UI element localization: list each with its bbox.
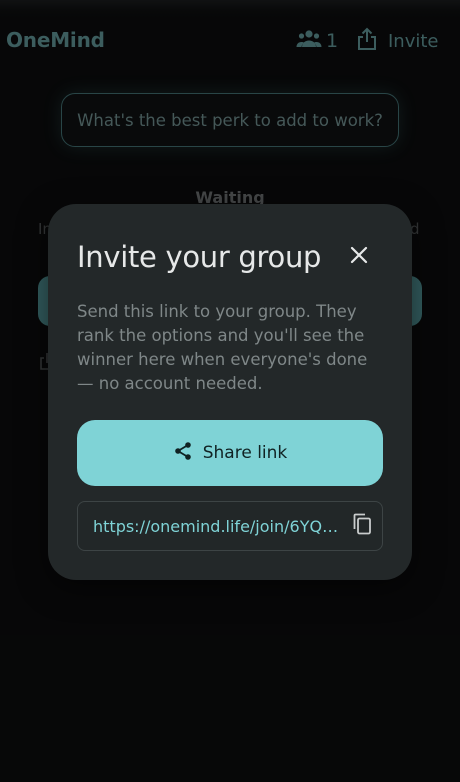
share-icon (173, 441, 203, 465)
close-button[interactable] (344, 242, 374, 272)
dialog-title: Invite your group (77, 240, 322, 274)
invite-dialog: Invite your group Send this link to your… (48, 204, 412, 580)
close-icon (349, 245, 369, 269)
share-link-label: Share link (202, 443, 288, 463)
copy-icon (352, 513, 372, 539)
invite-link-url[interactable]: https://onemind.life/join/6YQP… (93, 517, 345, 536)
app-screen: OneMind 1 Invite What's the best perk to… (0, 0, 460, 782)
dialog-description: Send this link to your group. They rank … (77, 302, 368, 393)
invite-link-field[interactable]: https://onemind.life/join/6YQP… (77, 501, 383, 551)
copy-link-button[interactable] (350, 513, 374, 539)
share-link-button[interactable]: Share link (77, 420, 383, 486)
